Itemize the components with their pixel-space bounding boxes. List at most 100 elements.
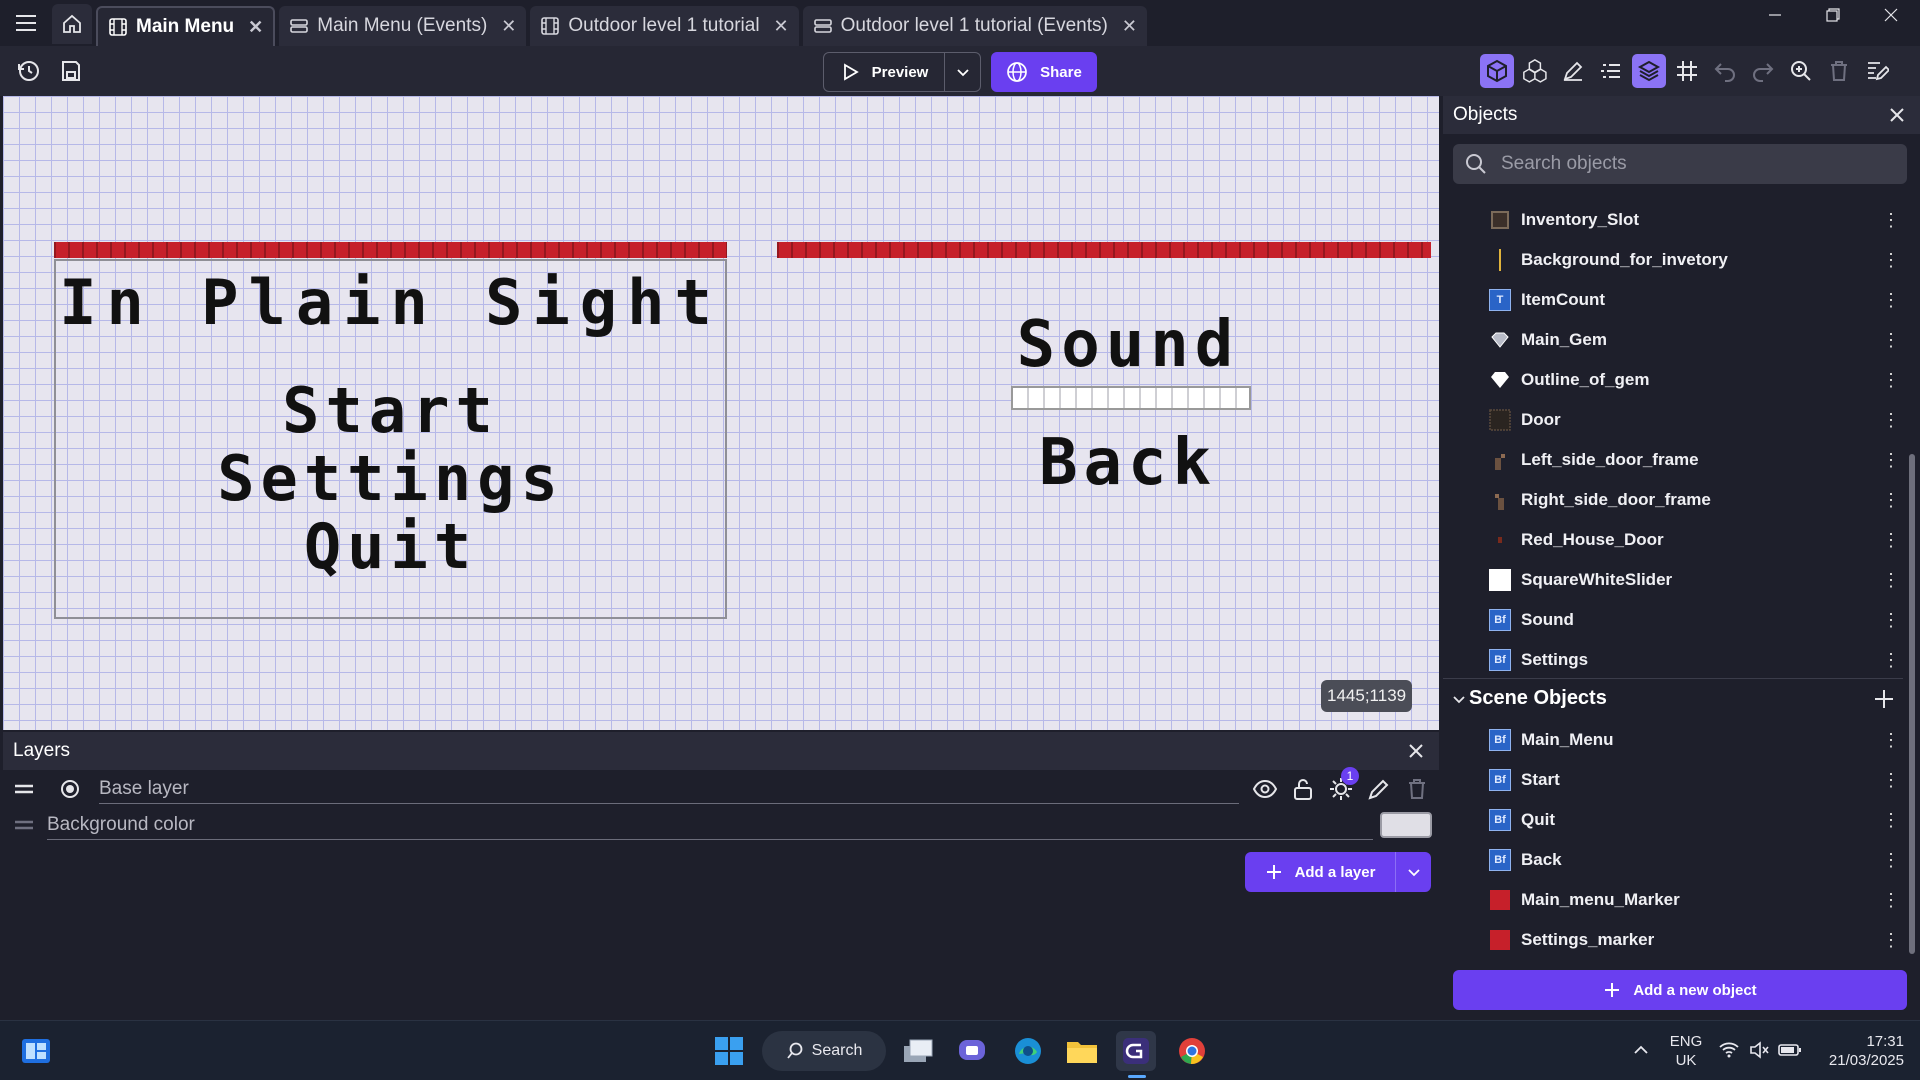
more-options-icon[interactable]: ⋮ bbox=[1882, 489, 1900, 511]
object-item[interactable]: Inventory_Slot ⋮ bbox=[1443, 200, 1903, 240]
object-item[interactable]: Left_side_door_frame ⋮ bbox=[1443, 440, 1903, 480]
more-options-icon[interactable]: ⋮ bbox=[1882, 209, 1900, 231]
more-options-icon[interactable]: ⋮ bbox=[1882, 729, 1900, 751]
minimize-icon[interactable] bbox=[1746, 0, 1804, 30]
chrome-browser-icon[interactable] bbox=[1172, 1031, 1212, 1071]
layer-name-input[interactable]: Base layer bbox=[99, 774, 1239, 804]
object-item[interactable]: Red_House_Door ⋮ bbox=[1443, 520, 1903, 560]
radio-selected-icon[interactable] bbox=[59, 778, 81, 800]
scene-canvas[interactable]: In Plain Sight Start Settings Quit Sound… bbox=[3, 96, 1439, 730]
share-button[interactable]: Share bbox=[991, 52, 1097, 92]
start-text[interactable]: Start bbox=[54, 374, 727, 447]
more-options-icon[interactable]: ⋮ bbox=[1882, 929, 1900, 951]
drag-handle-icon[interactable] bbox=[13, 778, 35, 800]
chevron-down-icon[interactable] bbox=[1451, 691, 1467, 707]
gdevelop-app-icon[interactable] bbox=[1116, 1031, 1156, 1071]
more-options-icon[interactable]: ⋮ bbox=[1882, 889, 1900, 911]
tab-outdoor-level-1-tutorial-events[interactable]: Outdoor level 1 tutorial (Events) ✕ bbox=[802, 6, 1147, 46]
object-item[interactable]: Right_side_door_frame ⋮ bbox=[1443, 480, 1903, 520]
close-tab-icon[interactable]: ✕ bbox=[501, 16, 516, 37]
more-options-icon[interactable]: ⋮ bbox=[1882, 409, 1900, 431]
teams-chat-icon[interactable] bbox=[952, 1031, 992, 1071]
sound-text[interactable]: Sound bbox=[983, 308, 1273, 382]
add-new-object-button[interactable]: Add a new object bbox=[1453, 970, 1907, 1010]
scene-object-item[interactable]: Bf Start ⋮ bbox=[1443, 760, 1903, 800]
object-item[interactable]: Main_Gem ⋮ bbox=[1443, 320, 1903, 360]
close-window-icon[interactable] bbox=[1862, 0, 1920, 30]
grid-icon[interactable] bbox=[1670, 54, 1704, 88]
search-objects-input[interactable] bbox=[1501, 153, 1881, 175]
preview-dropdown-button[interactable] bbox=[944, 53, 980, 91]
more-options-icon[interactable]: ⋮ bbox=[1882, 529, 1900, 551]
scene-objects-header[interactable]: Scene Objects bbox=[1443, 678, 1903, 718]
tab-outdoor-level-1-tutorial[interactable]: Outdoor level 1 tutorial ✕ bbox=[530, 6, 799, 46]
more-options-icon[interactable]: ⋮ bbox=[1882, 369, 1900, 391]
redo-icon[interactable] bbox=[1746, 54, 1780, 88]
edit-layer-pencil-icon[interactable] bbox=[1365, 775, 1393, 803]
close-icon[interactable] bbox=[1886, 104, 1908, 126]
home-icon[interactable] bbox=[52, 4, 92, 44]
start-windows-icon[interactable] bbox=[709, 1031, 749, 1071]
more-options-icon[interactable]: ⋮ bbox=[1882, 809, 1900, 831]
wifi-icon[interactable] bbox=[1718, 1039, 1740, 1061]
more-options-icon[interactable]: ⋮ bbox=[1882, 649, 1900, 671]
file-explorer-icon[interactable] bbox=[1062, 1031, 1102, 1071]
delete-layer-icon[interactable] bbox=[1403, 775, 1431, 803]
main-menu-marker[interactable] bbox=[54, 242, 727, 258]
hamburger-menu-icon[interactable] bbox=[0, 0, 52, 46]
settings-text[interactable]: Settings bbox=[54, 442, 727, 515]
more-options-icon[interactable]: ⋮ bbox=[1882, 289, 1900, 311]
more-options-icon[interactable]: ⋮ bbox=[1882, 449, 1900, 471]
volume-muted-icon[interactable] bbox=[1748, 1039, 1770, 1061]
task-view-icon[interactable] bbox=[898, 1031, 938, 1071]
tab-main-menu[interactable]: Main Menu ✕ bbox=[96, 6, 276, 46]
game-title[interactable]: In Plain Sight bbox=[54, 266, 727, 339]
scene-object-item[interactable]: Bf Back ⋮ bbox=[1443, 840, 1903, 880]
delete-icon[interactable] bbox=[1822, 54, 1856, 88]
quit-text[interactable]: Quit bbox=[54, 510, 727, 583]
battery-icon[interactable] bbox=[1778, 1039, 1802, 1061]
back-text[interactable]: Back bbox=[983, 426, 1273, 500]
object-item[interactable]: T ItemCount ⋮ bbox=[1443, 280, 1903, 320]
restore-icon[interactable] bbox=[1804, 0, 1862, 30]
add-layer-button[interactable]: Add a layer bbox=[1245, 863, 1395, 881]
layers-icon[interactable] bbox=[1632, 54, 1666, 88]
chevron-up-icon[interactable] bbox=[1632, 1041, 1650, 1059]
zoom-icon[interactable] bbox=[1784, 54, 1818, 88]
visibility-eye-icon[interactable] bbox=[1251, 775, 1279, 803]
scene-object-item[interactable]: Main_menu_Marker ⋮ bbox=[1443, 880, 1903, 920]
more-options-icon[interactable]: ⋮ bbox=[1882, 609, 1900, 631]
plus-icon[interactable] bbox=[1873, 688, 1895, 710]
preview-button[interactable]: Preview bbox=[824, 53, 944, 91]
clock[interactable]: 17:31 21/03/2025 bbox=[1812, 1032, 1904, 1070]
language-indicator[interactable]: ENG UK bbox=[1666, 1032, 1706, 1070]
object-editor-icon[interactable] bbox=[1480, 54, 1514, 88]
objects-scrollbar[interactable] bbox=[1909, 454, 1915, 954]
add-layer-dropdown[interactable] bbox=[1395, 852, 1431, 892]
scene-object-item[interactable]: Settings_marker ⋮ bbox=[1443, 920, 1903, 960]
more-options-icon[interactable]: ⋮ bbox=[1882, 769, 1900, 791]
object-item[interactable]: Background_for_invetory ⋮ bbox=[1443, 240, 1903, 280]
save-icon[interactable] bbox=[54, 54, 88, 88]
history-icon[interactable] bbox=[12, 54, 46, 88]
close-tab-icon[interactable]: ✕ bbox=[248, 17, 263, 38]
object-item[interactable]: Outline_of_gem ⋮ bbox=[1443, 360, 1903, 400]
lock-open-icon[interactable] bbox=[1289, 775, 1317, 803]
taskbar-search-button[interactable]: Search bbox=[762, 1031, 886, 1071]
tab-main-menu-events[interactable]: Main Menu (Events) ✕ bbox=[279, 6, 527, 46]
background-color-swatch[interactable] bbox=[1380, 812, 1432, 838]
close-tab-icon[interactable]: ✕ bbox=[1122, 16, 1137, 37]
object-groups-icon[interactable] bbox=[1518, 54, 1552, 88]
properties-pencil-icon[interactable] bbox=[1556, 54, 1590, 88]
instances-list-icon[interactable] bbox=[1594, 54, 1628, 88]
scene-object-item[interactable]: Bf Main_Menu ⋮ bbox=[1443, 720, 1903, 760]
more-options-icon[interactable]: ⋮ bbox=[1882, 849, 1900, 871]
layer-row-background-color[interactable]: Background color bbox=[3, 808, 1439, 842]
settings-marker[interactable] bbox=[777, 242, 1431, 258]
undo-icon[interactable] bbox=[1708, 54, 1742, 88]
square-white-slider[interactable] bbox=[1011, 386, 1251, 410]
widgets-icon[interactable] bbox=[16, 1031, 56, 1071]
more-options-icon[interactable]: ⋮ bbox=[1882, 249, 1900, 271]
object-item[interactable]: SquareWhiteSlider ⋮ bbox=[1443, 560, 1903, 600]
more-options-icon[interactable]: ⋮ bbox=[1882, 569, 1900, 591]
